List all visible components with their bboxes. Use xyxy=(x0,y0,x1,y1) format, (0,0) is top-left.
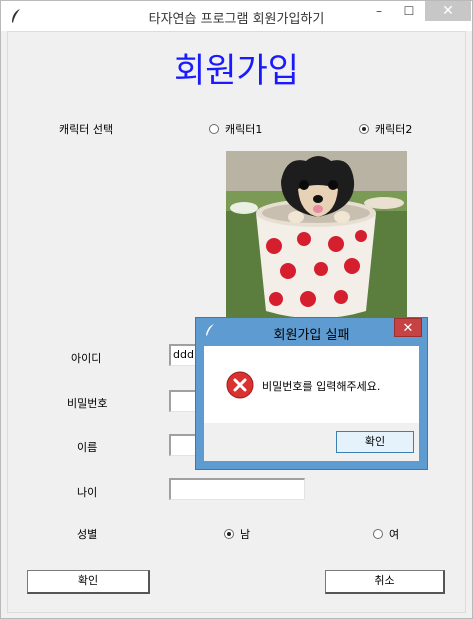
title-bar[interactable]: 타자연습 프로그램 회원가입하기 – ☐ ✕ xyxy=(1,1,472,31)
radio-gender-male-dot[interactable] xyxy=(224,529,234,539)
radio-character1-dot[interactable] xyxy=(209,124,219,134)
radio-gender-male[interactable]: 남 xyxy=(224,526,250,542)
radio-gender-female-dot[interactable] xyxy=(373,529,383,539)
dialog-footer: 확인 xyxy=(204,423,419,461)
password-label: 비밀번호 xyxy=(67,397,108,410)
error-dialog: 회원가입 실패 ✕ 비밀번호를 입력해주세요. 확인 xyxy=(195,317,428,470)
radio-character1[interactable]: 캐릭터1 xyxy=(209,121,262,137)
dialog-title: 회원가입 실패 xyxy=(273,328,350,343)
dialog-close-button[interactable]: ✕ xyxy=(394,318,422,337)
dialog-ok-button[interactable]: 확인 xyxy=(336,431,414,453)
radio-character2-label: 캐릭터2 xyxy=(375,123,413,136)
dialog-body: 비밀번호를 입력해주세요. xyxy=(204,346,419,423)
dialog-message: 비밀번호를 입력해주세요. xyxy=(262,380,381,393)
page-title: 회원가입 xyxy=(173,51,300,91)
cancel-button[interactable]: 취소 xyxy=(325,570,445,594)
maximize-button[interactable]: ☐ xyxy=(395,1,423,21)
puppy-image xyxy=(226,151,407,319)
character-image xyxy=(226,151,407,319)
name-label: 이름 xyxy=(77,441,98,454)
gender-label: 성별 xyxy=(77,528,98,541)
radio-character1-label: 캐릭터1 xyxy=(225,123,263,136)
radio-gender-female-label: 여 xyxy=(389,528,400,541)
age-input[interactable] xyxy=(169,478,305,500)
age-label: 나이 xyxy=(77,486,98,499)
radio-gender-female[interactable]: 여 xyxy=(373,526,399,542)
character-select-label: 캐릭터 선택 xyxy=(59,123,114,136)
close-button[interactable]: ✕ xyxy=(425,1,471,21)
minimize-button[interactable]: – xyxy=(365,1,393,21)
dialog-title-bar[interactable]: 회원가입 실패 ✕ xyxy=(196,318,427,344)
id-label: 아이디 xyxy=(71,352,102,365)
radio-gender-male-label: 남 xyxy=(240,528,251,541)
main-window: 타자연습 프로그램 회원가입하기 – ☐ ✕ 회원가입 캐릭터 선택 캐릭터1 … xyxy=(0,0,473,619)
error-icon xyxy=(226,371,254,399)
radio-character2[interactable]: 캐릭터2 xyxy=(359,121,412,137)
radio-character2-dot[interactable] xyxy=(359,124,369,134)
confirm-button[interactable]: 확인 xyxy=(27,570,150,594)
